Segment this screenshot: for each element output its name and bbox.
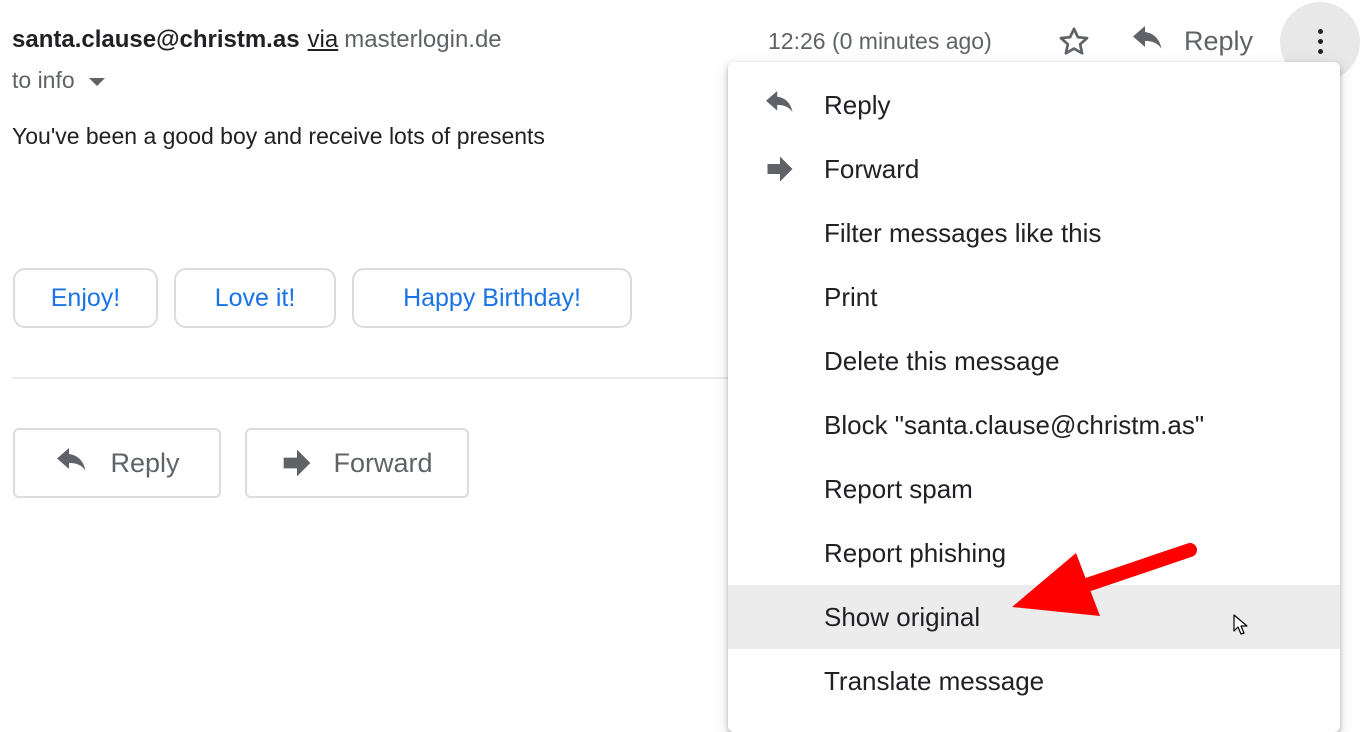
more-vert-icon	[1317, 28, 1323, 54]
reply-button-label: Reply	[110, 447, 180, 478]
menu-item-label: Print	[824, 281, 878, 312]
menu-item-show-original[interactable]: Show original	[728, 585, 1340, 649]
menu-item-delete[interactable]: Delete this message	[728, 329, 1340, 393]
menu-item-print[interactable]: Print	[728, 265, 1340, 329]
menu-item-label: Filter messages like this	[824, 217, 1102, 248]
menu-item-label: Report spam	[824, 473, 973, 504]
menu-item-reply[interactable]: Reply	[728, 73, 1340, 137]
via-link[interactable]: via	[308, 26, 339, 53]
menu-item-label: Reply	[824, 89, 891, 120]
arrow-drop-down-icon[interactable]	[88, 77, 105, 86]
menu-item-forward[interactable]: Forward	[728, 137, 1340, 201]
forward-button[interactable]: Forward	[245, 428, 469, 498]
forward-button-label: Forward	[333, 447, 433, 478]
recipient-line[interactable]: to info	[12, 67, 105, 94]
menu-item-label: Forward	[824, 153, 920, 184]
reply-button[interactable]: Reply	[13, 428, 221, 498]
reply-icon	[762, 89, 798, 121]
reply-button-header[interactable]: Reply	[1130, 18, 1253, 64]
divider	[12, 377, 728, 379]
star-button[interactable]	[1052, 20, 1096, 64]
reply-icon	[1133, 26, 1162, 49]
menu-item-label: Block "santa.clause@christm.as"	[824, 409, 1205, 440]
menu-item-filter-messages[interactable]: Filter messages like this	[728, 201, 1340, 265]
sender-line: santa.clause@christm.as via masterlogin.de	[12, 26, 502, 54]
smart-reply-chip[interactable]: Love it!	[174, 268, 336, 328]
smart-reply-chip[interactable]: Enjoy!	[13, 268, 158, 328]
menu-item-label: Translate message	[824, 665, 1045, 696]
reply-label: Reply	[1184, 25, 1254, 56]
menu-item-label: Report phishing	[824, 537, 1007, 568]
star-outline-icon	[1059, 27, 1089, 55]
timestamp: 12:26 (0 minutes ago)	[768, 28, 992, 54]
menu-item-report-phishing[interactable]: Report phishing	[728, 521, 1340, 585]
sender-email[interactable]: santa.clause@christm.as	[12, 26, 300, 53]
forward-icon	[762, 153, 798, 185]
recipient-label: to info	[12, 67, 75, 93]
via-domain: masterlogin.de	[344, 26, 502, 53]
message-body: You've been a good boy and receive lots …	[12, 123, 545, 149]
menu-item-block-sender[interactable]: Block "santa.clause@christm.as"	[728, 393, 1340, 457]
forward-icon	[284, 449, 311, 477]
menu-item-report-spam[interactable]: Report spam	[728, 457, 1340, 521]
menu-item-translate[interactable]: Translate message	[728, 649, 1340, 713]
more-options-menu: Reply Forward Filter messages like this …	[728, 62, 1340, 732]
menu-item-label: Delete this message	[824, 345, 1060, 376]
menu-item-label: Show original	[824, 601, 981, 632]
reply-icon	[57, 448, 86, 471]
smart-reply-chip[interactable]: Happy Birthday!	[352, 268, 632, 328]
